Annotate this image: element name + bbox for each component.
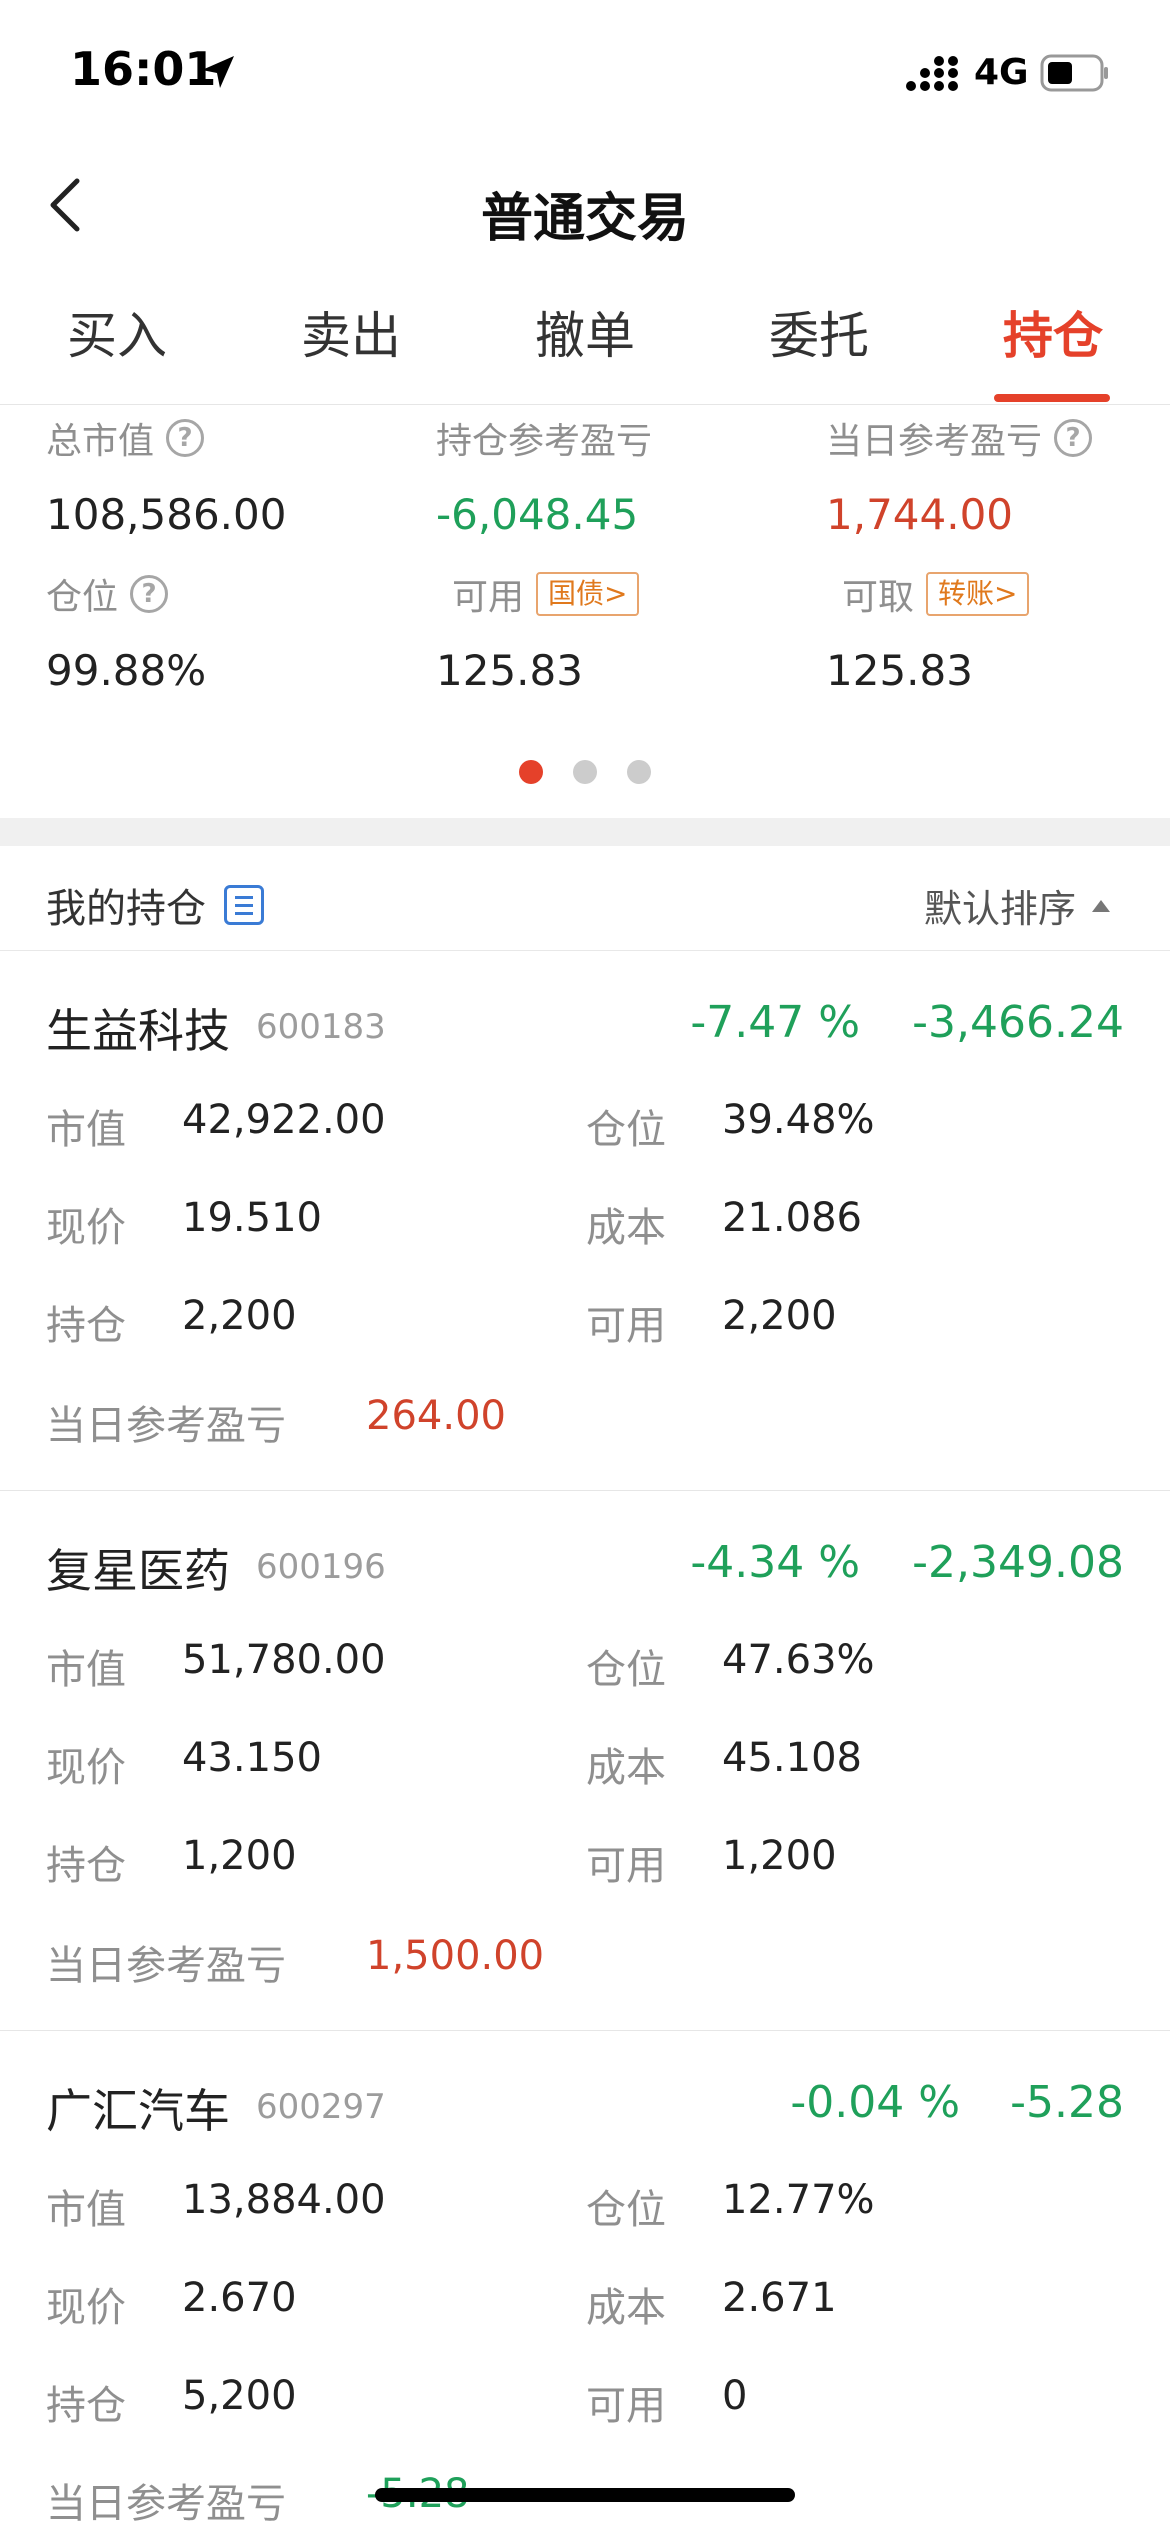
- stock-pnl: -3,466.24: [912, 997, 1124, 1048]
- cost-value: 21.086: [722, 1195, 862, 1241]
- tab-orders[interactable]: 委托: [702, 300, 936, 404]
- today-pnl-label: 当日参考盈亏: [46, 2481, 286, 2527]
- status-time: 16:01: [70, 42, 217, 96]
- location-arrow-icon: [202, 56, 234, 88]
- position-label: 仓位: [586, 1647, 666, 1693]
- list-icon[interactable]: [224, 885, 264, 925]
- available-value: 125.83: [436, 646, 583, 695]
- question-icon[interactable]: ?: [166, 419, 205, 457]
- market-value: 42,922.00: [182, 1097, 386, 1143]
- sort-button[interactable]: 默认排序: [924, 878, 1110, 933]
- withdrawable-value: 125.83: [826, 646, 973, 695]
- available-value: 2,200: [722, 1293, 837, 1339]
- price-value: 43.150: [182, 1735, 322, 1781]
- transfer-button[interactable]: 转账>: [926, 572, 1030, 616]
- section-separator: [0, 818, 1170, 846]
- trade-tabs: 买入 卖出 撤单 委托 持仓: [0, 300, 1170, 404]
- today-pnl-label: 当日参考盈亏: [46, 1943, 286, 1989]
- price-label: 现价: [46, 1205, 126, 1251]
- page-indicator: [0, 760, 1170, 784]
- holding-item[interactable]: 复星医药 600196 -4.34 % -2,349.08 市值 51,780.…: [0, 1491, 1170, 2031]
- market-value: 13,884.00: [182, 2177, 386, 2223]
- today-ref-pnl: 1,744.00: [826, 490, 1014, 539]
- page-title: 普通交易: [480, 189, 689, 249]
- available-value: 0: [722, 2373, 748, 2419]
- holding-value: 5,200: [182, 2373, 297, 2419]
- stock-name: 生益科技: [46, 1004, 230, 1058]
- available-label: 可用: [586, 1843, 666, 1889]
- tab-buy[interactable]: 买入: [0, 300, 234, 404]
- question-icon[interactable]: ?: [1054, 419, 1093, 457]
- today-pnl-label: 当日参考盈亏: [46, 1403, 286, 1449]
- holding-label: 持仓: [46, 1303, 126, 1349]
- cost-label: 成本: [586, 2285, 666, 2331]
- cost-label: 成本: [586, 1745, 666, 1791]
- tab-sell[interactable]: 卖出: [234, 300, 468, 404]
- holding-label: 持仓: [46, 1843, 126, 1889]
- stock-pnl: -5.28: [1010, 2077, 1124, 2128]
- home-indicator[interactable]: [375, 2488, 795, 2502]
- available-label: 可用: [586, 2383, 666, 2429]
- total-market-value: 108,586.00: [46, 490, 287, 539]
- position-ratio-label: 仓位 ?: [46, 568, 169, 620]
- holding-label: 持仓: [46, 2383, 126, 2429]
- cost-value: 2.671: [722, 2275, 837, 2321]
- available-label: 可用 国债>: [452, 568, 640, 620]
- position-ref-pnl: -6,048.45: [436, 490, 639, 539]
- available-value: 1,200: [722, 1833, 837, 1879]
- price-label: 现价: [46, 2285, 126, 2331]
- available-label: 可用: [586, 1303, 666, 1349]
- stock-pnl-percent: -4.34 %: [690, 1537, 860, 1588]
- price-label: 现价: [46, 1745, 126, 1791]
- network-type: 4G: [974, 52, 1029, 93]
- page-dot[interactable]: [519, 760, 543, 784]
- battery-icon: [1040, 54, 1108, 92]
- stock-pnl-percent: -7.47 %: [690, 997, 860, 1048]
- price-value: 2.670: [182, 2275, 297, 2321]
- cost-label: 成本: [586, 1205, 666, 1251]
- stock-code: 600297: [256, 2087, 386, 2127]
- market-value-label: 市值: [46, 1647, 126, 1693]
- tab-cancel[interactable]: 撤单: [468, 300, 702, 404]
- sort-up-icon: [1092, 899, 1110, 912]
- stock-pnl: -2,349.08: [912, 1537, 1124, 1588]
- page-dot[interactable]: [627, 760, 651, 784]
- position-value: 12.77%: [722, 2177, 875, 2223]
- today-pnl: 1,500.00: [366, 1933, 545, 1979]
- market-value: 51,780.00: [182, 1637, 386, 1683]
- stock-code: 600196: [256, 1547, 386, 1587]
- today-pnl: 264.00: [366, 1393, 506, 1439]
- holding-value: 1,200: [182, 1833, 297, 1879]
- today-ref-pnl-label: 当日参考盈亏 ?: [826, 412, 1093, 464]
- price-value: 19.510: [182, 1195, 322, 1241]
- position-ratio: 99.88%: [46, 646, 207, 695]
- total-market-value-label: 总市值 ?: [46, 412, 205, 464]
- page-dot[interactable]: [573, 760, 597, 784]
- active-tab-indicator: [994, 394, 1110, 402]
- position-label: 仓位: [586, 1107, 666, 1153]
- stock-pnl-percent: -0.04 %: [790, 2077, 960, 2128]
- holding-value: 2,200: [182, 1293, 297, 1339]
- tab-positions[interactable]: 持仓: [936, 300, 1170, 404]
- market-value-label: 市值: [46, 2187, 126, 2233]
- stock-code: 600183: [256, 1007, 386, 1047]
- position-label: 仓位: [586, 2187, 666, 2233]
- withdrawable-label: 可取 转账>: [842, 568, 1030, 620]
- holding-item[interactable]: 生益科技 600183 -7.47 % -3,466.24 市值 42,922.…: [0, 951, 1170, 1491]
- position-value: 47.63%: [722, 1637, 875, 1683]
- divider: [0, 404, 1170, 405]
- cost-value: 45.108: [722, 1735, 862, 1781]
- position-value: 39.48%: [722, 1097, 875, 1143]
- stock-name: 广汇汽车: [46, 2084, 230, 2138]
- holdings-header: 我的持仓: [46, 876, 264, 934]
- holding-item[interactable]: 广汇汽车 600297 -0.04 % -5.28 市值 13,884.00 仓…: [0, 2031, 1170, 2532]
- signal-icon: [906, 56, 958, 91]
- market-value-label: 市值: [46, 1107, 126, 1153]
- stock-name: 复星医药: [46, 1544, 230, 1598]
- treasury-bond-button[interactable]: 国债>: [536, 572, 640, 616]
- position-ref-pnl-label: 持仓参考盈亏: [436, 421, 653, 462]
- question-icon[interactable]: ?: [130, 575, 169, 613]
